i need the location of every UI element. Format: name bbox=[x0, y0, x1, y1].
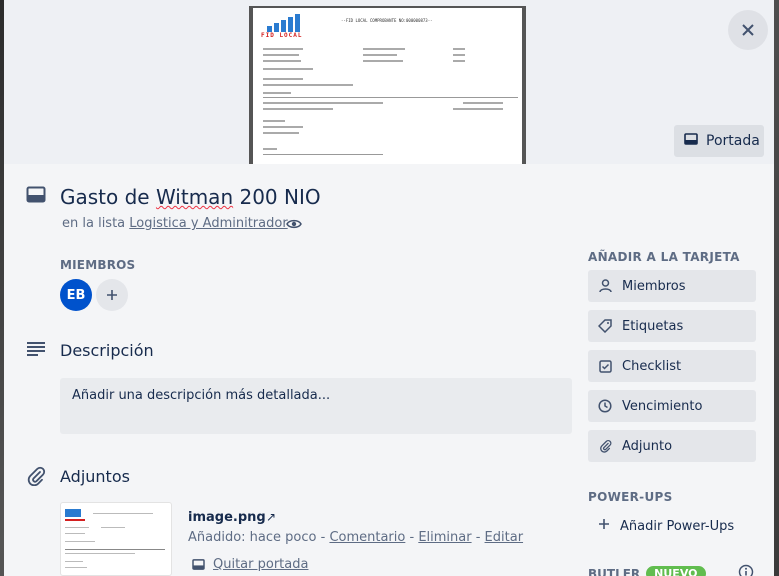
remove-cover-row: Quitar portada bbox=[192, 557, 308, 572]
avatar[interactable]: EB bbox=[60, 279, 92, 311]
doc-title: --FID LOCAL COMPROBANTE NO:000000873-- bbox=[341, 18, 433, 23]
sidebar-button-members[interactable]: Miembros bbox=[588, 270, 756, 302]
close-icon bbox=[742, 24, 754, 36]
attachment-meta: Añadido: hace poco - Comentario - Elimin… bbox=[188, 530, 524, 545]
sidebar-button-checklist[interactable]: Checklist bbox=[588, 350, 756, 382]
attachment-thumbnail[interactable] bbox=[60, 502, 172, 576]
delete-link[interactable]: Eliminar bbox=[418, 530, 471, 545]
description-field[interactable]: Añadir una descripción más detallada... bbox=[60, 378, 572, 434]
plus-icon bbox=[598, 518, 610, 534]
card-icon bbox=[192, 559, 205, 570]
sidebar-button-labels[interactable]: Etiquetas bbox=[588, 310, 756, 342]
butler-heading: BUTLER NUEVO bbox=[588, 566, 706, 576]
paperclip-icon bbox=[26, 466, 46, 490]
attachment-name[interactable]: image.png bbox=[188, 510, 266, 525]
clock-icon bbox=[598, 399, 612, 413]
card-cover: FID LOCAL --FID LOCAL COMPROBANTE NO:000… bbox=[4, 0, 774, 164]
doc-logo bbox=[267, 14, 301, 32]
cover-button[interactable]: Portada bbox=[674, 125, 764, 157]
card-detail-modal: FID LOCAL --FID LOCAL COMPROBANTE NO:000… bbox=[4, 0, 774, 576]
attachments-heading: Adjuntos bbox=[60, 467, 130, 486]
cover-button-label: Portada bbox=[706, 133, 760, 149]
card-icon bbox=[684, 133, 698, 149]
info-icon[interactable] bbox=[738, 564, 754, 576]
close-button[interactable] bbox=[728, 10, 768, 50]
sidebar-button-due-date[interactable]: Vencimiento bbox=[588, 390, 756, 422]
add-powerups-button[interactable]: Añadir Power-Ups bbox=[588, 510, 756, 542]
card-icon bbox=[26, 186, 46, 208]
person-icon bbox=[598, 279, 612, 293]
members-heading: MIEMBROS bbox=[60, 258, 136, 272]
tag-icon bbox=[598, 319, 612, 333]
description-icon bbox=[26, 341, 46, 361]
card-title[interactable]: Gasto de Witman 200 NIO bbox=[60, 185, 321, 209]
edit-link[interactable]: Editar bbox=[485, 530, 524, 545]
sidebar-button-attachment[interactable]: Adjunto bbox=[588, 430, 756, 462]
list-link[interactable]: Logistica y Adminitrador bbox=[129, 216, 287, 231]
plus-icon bbox=[107, 290, 117, 300]
comment-link[interactable]: Comentario bbox=[329, 530, 405, 545]
powerups-heading: POWER-UPS bbox=[588, 490, 673, 504]
checklist-icon bbox=[598, 359, 612, 373]
description-heading: Descripción bbox=[60, 341, 154, 360]
open-external-icon[interactable]: ↗ bbox=[266, 510, 276, 524]
cover-image: FID LOCAL --FID LOCAL COMPROBANTE NO:000… bbox=[249, 6, 526, 164]
remove-cover-link[interactable]: Quitar portada bbox=[213, 557, 308, 572]
list-reference: en la lista Logistica y Adminitrador bbox=[62, 216, 288, 231]
paperclip-icon bbox=[598, 439, 612, 453]
doc-brand: FID LOCAL bbox=[261, 32, 303, 39]
eye-icon[interactable] bbox=[286, 216, 302, 236]
add-to-card-heading: AÑADIR A LA TARJETA bbox=[588, 250, 740, 264]
add-member-button[interactable] bbox=[96, 279, 128, 311]
new-badge: NUEVO bbox=[646, 566, 706, 576]
